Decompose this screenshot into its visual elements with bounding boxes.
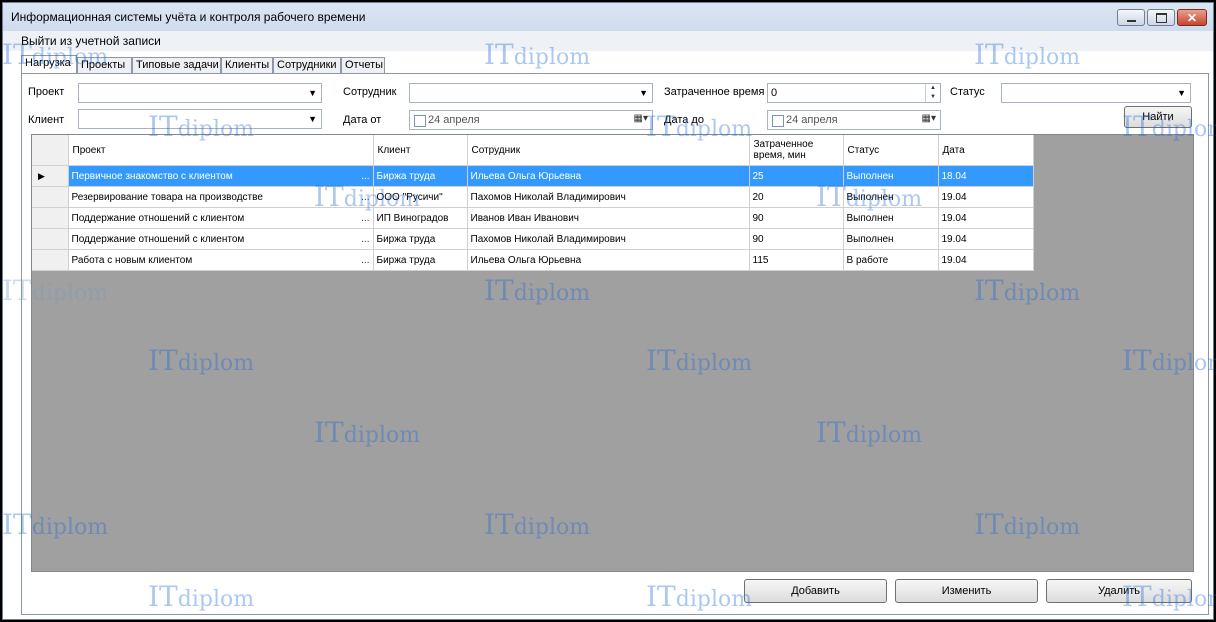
date-from-value: 24 апреля [428,114,480,126]
stepper-arrows-icon[interactable]: ▲ ▼ [925,84,940,102]
tab-employees[interactable]: Сотрудники [273,57,341,73]
employee-select[interactable]: ▼ [409,83,653,103]
row-header[interactable] [32,186,69,208]
table-cell[interactable]: Пахомов Николай Владимирович [467,186,750,208]
table-row[interactable]: Поддержание отношений с клиентом... ИП В… [32,207,1034,229]
tab-clients[interactable]: Клиенты [221,57,273,73]
table-cell[interactable]: Биржа труда [373,249,468,271]
date-to-checkbox[interactable] [772,115,784,127]
find-button[interactable]: Найти [1124,106,1192,128]
main-window: Информационная системы учёта и контроля … [2,2,1214,620]
row-header[interactable]: ▶ [32,165,69,187]
date-to-picker[interactable]: 24 апреля ▦▾ [767,110,941,130]
tab-standard-tasks[interactable]: Типовые задачи [132,57,221,73]
table-row[interactable]: ▶ Первичное знакомство с клиентом... Бир… [32,165,1034,187]
table-cell[interactable]: Работа с новым клиентом... [68,249,374,271]
maximize-icon [1155,12,1167,23]
table-cell[interactable]: Поддержание отношений с клиентом... [68,228,374,250]
table-cell[interactable]: Биржа труда [373,165,468,187]
row-pointer-icon: ▶ [38,170,45,181]
close-icon: ✕ [1186,10,1198,25]
menu-bar: Выйти из учетной записи [3,31,1213,51]
column-header-client[interactable]: Клиент [373,135,468,166]
table-header-row: Проект Клиент Сотрудник Затраченное врем… [32,135,1034,166]
title-bar: Информационная системы учёта и контроля … [3,3,1213,31]
window-title: Информационная системы учёта и контроля … [11,10,366,24]
table-cell[interactable]: Выполнен [843,186,939,208]
table-cell[interactable]: Ильева Ольга Юрьевна [467,249,750,271]
date-from-label: Дата от [343,114,382,126]
maximize-button[interactable] [1147,9,1175,26]
tab-load[interactable]: Нагрузка [21,55,77,73]
date-from-picker[interactable]: 24 апреля ▦▾ [409,110,653,130]
calendar-icon[interactable]: ▦▾ [634,113,648,124]
row-header[interactable] [32,249,69,271]
status-label: Статус [950,86,985,98]
table-cell[interactable]: Первичное знакомство с клиентом... [68,165,374,187]
employee-label: Сотрудник [343,86,397,98]
table-cell[interactable]: 25 [749,165,844,187]
table-cell[interactable]: ООО "Русичи" [373,186,468,208]
minimize-icon [1126,19,1136,22]
menu-logout[interactable]: Выйти из учетной записи [21,34,161,48]
table-cell[interactable]: Поддержание отношений с клиентом... [68,207,374,229]
table-cell[interactable]: 115 [749,249,844,271]
tab-projects[interactable]: Проекты [77,57,132,73]
date-to-value: 24 апреля [786,114,838,126]
project-select[interactable]: ▼ [78,83,322,103]
project-label: Проект [28,86,65,98]
edit-button[interactable]: Изменить [895,579,1038,603]
tab-reports[interactable]: Отчеты [341,57,385,73]
table-cell[interactable]: Пахомов Николай Владимирович [467,228,750,250]
column-header-employee[interactable]: Сотрудник [467,135,750,166]
table-cell[interactable]: Биржа труда [373,228,468,250]
table-row[interactable]: Резервирование товара на производстве...… [32,186,1034,208]
table-cell[interactable]: 19.04 [938,186,1034,208]
column-header-status[interactable]: Статус [843,135,939,166]
table-cell[interactable]: Ильева Ольга Юрьевна [467,165,750,187]
time-spent-value: 0 [771,87,778,99]
table-cell[interactable]: 18.04 [938,165,1034,187]
time-spent-stepper[interactable]: 0 ▲ ▼ [767,83,941,103]
client-label: Клиент [28,114,65,126]
table-cell[interactable]: ИП Виноградов [373,207,468,229]
date-from-checkbox[interactable] [414,115,426,127]
table-cell[interactable]: Выполнен [843,165,939,187]
table-row[interactable]: Поддержание отношений с клиентом... Бирж… [32,228,1034,250]
table-row[interactable]: Работа с новым клиентом... Биржа труда И… [32,249,1034,271]
table-cell[interactable]: 90 [749,228,844,250]
tab-panel-load: Проект ▼ Клиент ▼ Сотрудник ▼ Дата от 24… [21,73,1209,615]
chevron-down-icon: ▼ [639,88,648,98]
load-grid[interactable]: Проект Клиент Сотрудник Затраченное врем… [31,134,1194,572]
delete-button[interactable]: Удалить [1046,579,1192,603]
date-to-label: Дата до [664,114,704,126]
minimize-button[interactable] [1117,9,1145,26]
table-cell[interactable]: 90 [749,207,844,229]
table-cell[interactable]: В работе [843,249,939,271]
table-cell[interactable]: 20 [749,186,844,208]
table-cell[interactable]: Резервирование товара на производстве... [68,186,374,208]
calendar-icon[interactable]: ▦▾ [922,113,936,124]
row-header-corner [32,135,69,166]
row-header[interactable] [32,207,69,229]
time-spent-label: Затраченное время [664,86,765,98]
add-button[interactable]: Добавить [744,579,887,603]
column-header-date[interactable]: Дата [938,135,1034,166]
close-button[interactable]: ✕ [1177,9,1207,26]
table-cell[interactable]: 19.04 [938,207,1034,229]
row-header[interactable] [32,228,69,250]
table-cell[interactable]: Выполнен [843,207,939,229]
table-cell[interactable]: 19.04 [938,228,1034,250]
chevron-down-icon: ▼ [308,114,317,124]
load-table: Проект Клиент Сотрудник Затраченное врем… [32,135,1034,271]
table-cell[interactable]: Выполнен [843,228,939,250]
column-header-project[interactable]: Проект [68,135,374,166]
status-select[interactable]: ▼ [1001,83,1191,103]
column-header-time-spent[interactable]: Затраченное время, мин [749,135,844,166]
client-select[interactable]: ▼ [78,109,322,129]
table-cell[interactable]: 19.04 [938,249,1034,271]
chevron-down-icon: ▼ [1177,88,1186,98]
chevron-down-icon: ▼ [308,88,317,98]
table-cell[interactable]: Иванов Иван Иванович [467,207,750,229]
